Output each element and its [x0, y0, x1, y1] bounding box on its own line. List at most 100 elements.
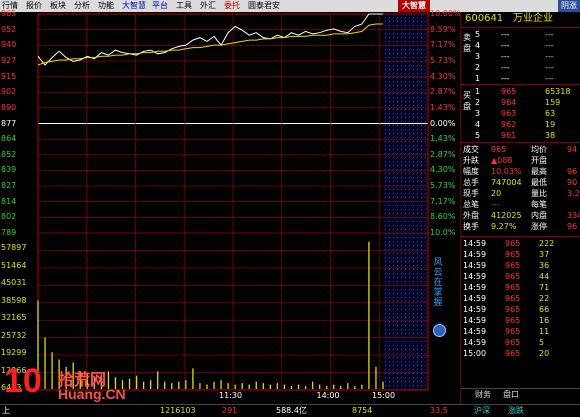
afterhours-dot	[385, 157, 386, 158]
afterhours-dot	[413, 281, 414, 282]
menu-item-function[interactable]: 功能	[98, 0, 114, 12]
status-updown[interactable]: 涨跌	[508, 405, 524, 417]
afterhours-dot	[405, 257, 406, 258]
afterhours-dot	[385, 265, 386, 266]
afterhours-dot	[397, 293, 398, 294]
afterhours-dot	[417, 221, 418, 222]
tab-orderbook[interactable]: 盘口	[503, 389, 519, 400]
afterhours-dot	[393, 125, 394, 126]
afterhours-dot	[385, 237, 386, 238]
afterhours-dot	[393, 89, 394, 90]
afterhours-dot	[389, 273, 390, 274]
menu-bar: 行情 报价 板块 分析 功能 大智慧 平台 工具 外汇 委托 圆泰君安 大智慧 …	[0, 0, 580, 12]
afterhours-dot	[421, 81, 422, 82]
afterhours-dot	[417, 305, 418, 306]
afterhours-dot	[421, 141, 422, 142]
afterhours-dot	[397, 17, 398, 18]
afterhours-dot	[385, 273, 386, 274]
time-tick-label: 14:00	[316, 391, 340, 400]
afterhours-dot	[389, 137, 390, 138]
menu-item-forex[interactable]: 外汇	[200, 0, 216, 12]
afterhours-dot	[409, 329, 410, 330]
afterhours-dot	[413, 229, 414, 230]
chart-canvas	[37, 13, 429, 391]
afterhours-dot	[417, 77, 418, 78]
ask-level: 5	[475, 30, 481, 39]
afterhours-dot	[397, 81, 398, 82]
afterhours-dot	[409, 133, 410, 134]
afterhours-dot	[409, 57, 410, 58]
menu-item-platform[interactable]: 平台	[152, 0, 168, 12]
afterhours-dot	[413, 265, 414, 266]
afterhours-dot	[397, 121, 398, 122]
afterhours-dot	[393, 221, 394, 222]
afterhours-dot	[389, 49, 390, 50]
afterhours-dot	[405, 133, 406, 134]
afterhours-dot	[405, 181, 406, 182]
tick-price: 965	[505, 305, 521, 314]
afterhours-dot	[405, 273, 406, 274]
afterhours-dot	[417, 69, 418, 70]
afterhours-dot	[405, 297, 406, 298]
afterhours-dot	[425, 253, 426, 254]
menu-item-broker[interactable]: 圆泰君安	[248, 0, 280, 12]
stat-label: 总笔	[463, 200, 479, 209]
afterhours-dot	[393, 97, 394, 98]
afterhours-dot	[409, 165, 410, 166]
price-tick-label: 877	[1, 118, 17, 128]
toggle-button[interactable]: 阴涨	[558, 0, 580, 12]
afterhours-dot	[405, 329, 406, 330]
afterhours-dot	[417, 117, 418, 118]
afterhours-dot	[401, 281, 402, 282]
afterhours-dot	[385, 229, 386, 230]
tick-volume: 11	[539, 327, 550, 336]
volume-tick-label: 25732	[1, 330, 27, 340]
afterhours-dot	[393, 349, 394, 350]
afterhours-dot	[409, 265, 410, 266]
percent-tick-label: 8.59%	[430, 24, 456, 34]
afterhours-dot	[421, 253, 422, 254]
afterhours-dot	[409, 377, 410, 378]
afterhours-dot	[425, 93, 426, 94]
globe-icon[interactable]	[433, 324, 446, 337]
afterhours-dot	[393, 357, 394, 358]
afterhours-dot	[385, 349, 386, 350]
afterhours-dot	[417, 157, 418, 158]
tab-finance[interactable]: 财务	[475, 389, 491, 400]
afterhours-dot	[417, 49, 418, 50]
afterhours-dot	[385, 141, 386, 142]
afterhours-dot	[393, 361, 394, 362]
ask-level: 3	[475, 52, 481, 61]
afterhours-dot	[389, 265, 390, 266]
afterhours-dot	[393, 17, 394, 18]
afterhours-dot	[397, 133, 398, 134]
volume-tick-label: 32165	[1, 313, 27, 323]
bid-price: 964	[501, 98, 517, 107]
afterhours-dot	[421, 257, 422, 258]
afterhours-dot	[413, 141, 414, 142]
menu-item-tools[interactable]: 工具	[176, 0, 192, 12]
stat-label: 总手	[463, 178, 479, 187]
afterhours-dot	[393, 77, 394, 78]
afterhours-dot	[421, 317, 422, 318]
afterhours-dot	[413, 333, 414, 334]
afterhours-dot	[405, 309, 406, 310]
afterhours-dot	[397, 301, 398, 302]
afterhours-dot	[421, 221, 422, 222]
afterhours-dot	[385, 101, 386, 102]
status-exchange[interactable]: 沪深	[474, 405, 490, 417]
afterhours-dot	[401, 369, 402, 370]
menu-item-dzh[interactable]: 大智慧	[122, 0, 146, 12]
stat-value: 20	[491, 189, 502, 198]
menu-item-analysis[interactable]: 分析	[74, 0, 90, 12]
average-line	[37, 23, 383, 66]
afterhours-dot	[401, 101, 402, 102]
tick-price: 965	[505, 261, 521, 270]
tick-row: 14:59 965 66	[461, 304, 580, 315]
menu-item-order[interactable]: 委托	[224, 0, 240, 12]
afterhours-dot	[413, 93, 414, 94]
afterhours-dot	[401, 117, 402, 118]
afterhours-dot	[389, 69, 390, 70]
menu-item-sector[interactable]: 板块	[50, 0, 66, 12]
afterhours-dot	[417, 153, 418, 154]
